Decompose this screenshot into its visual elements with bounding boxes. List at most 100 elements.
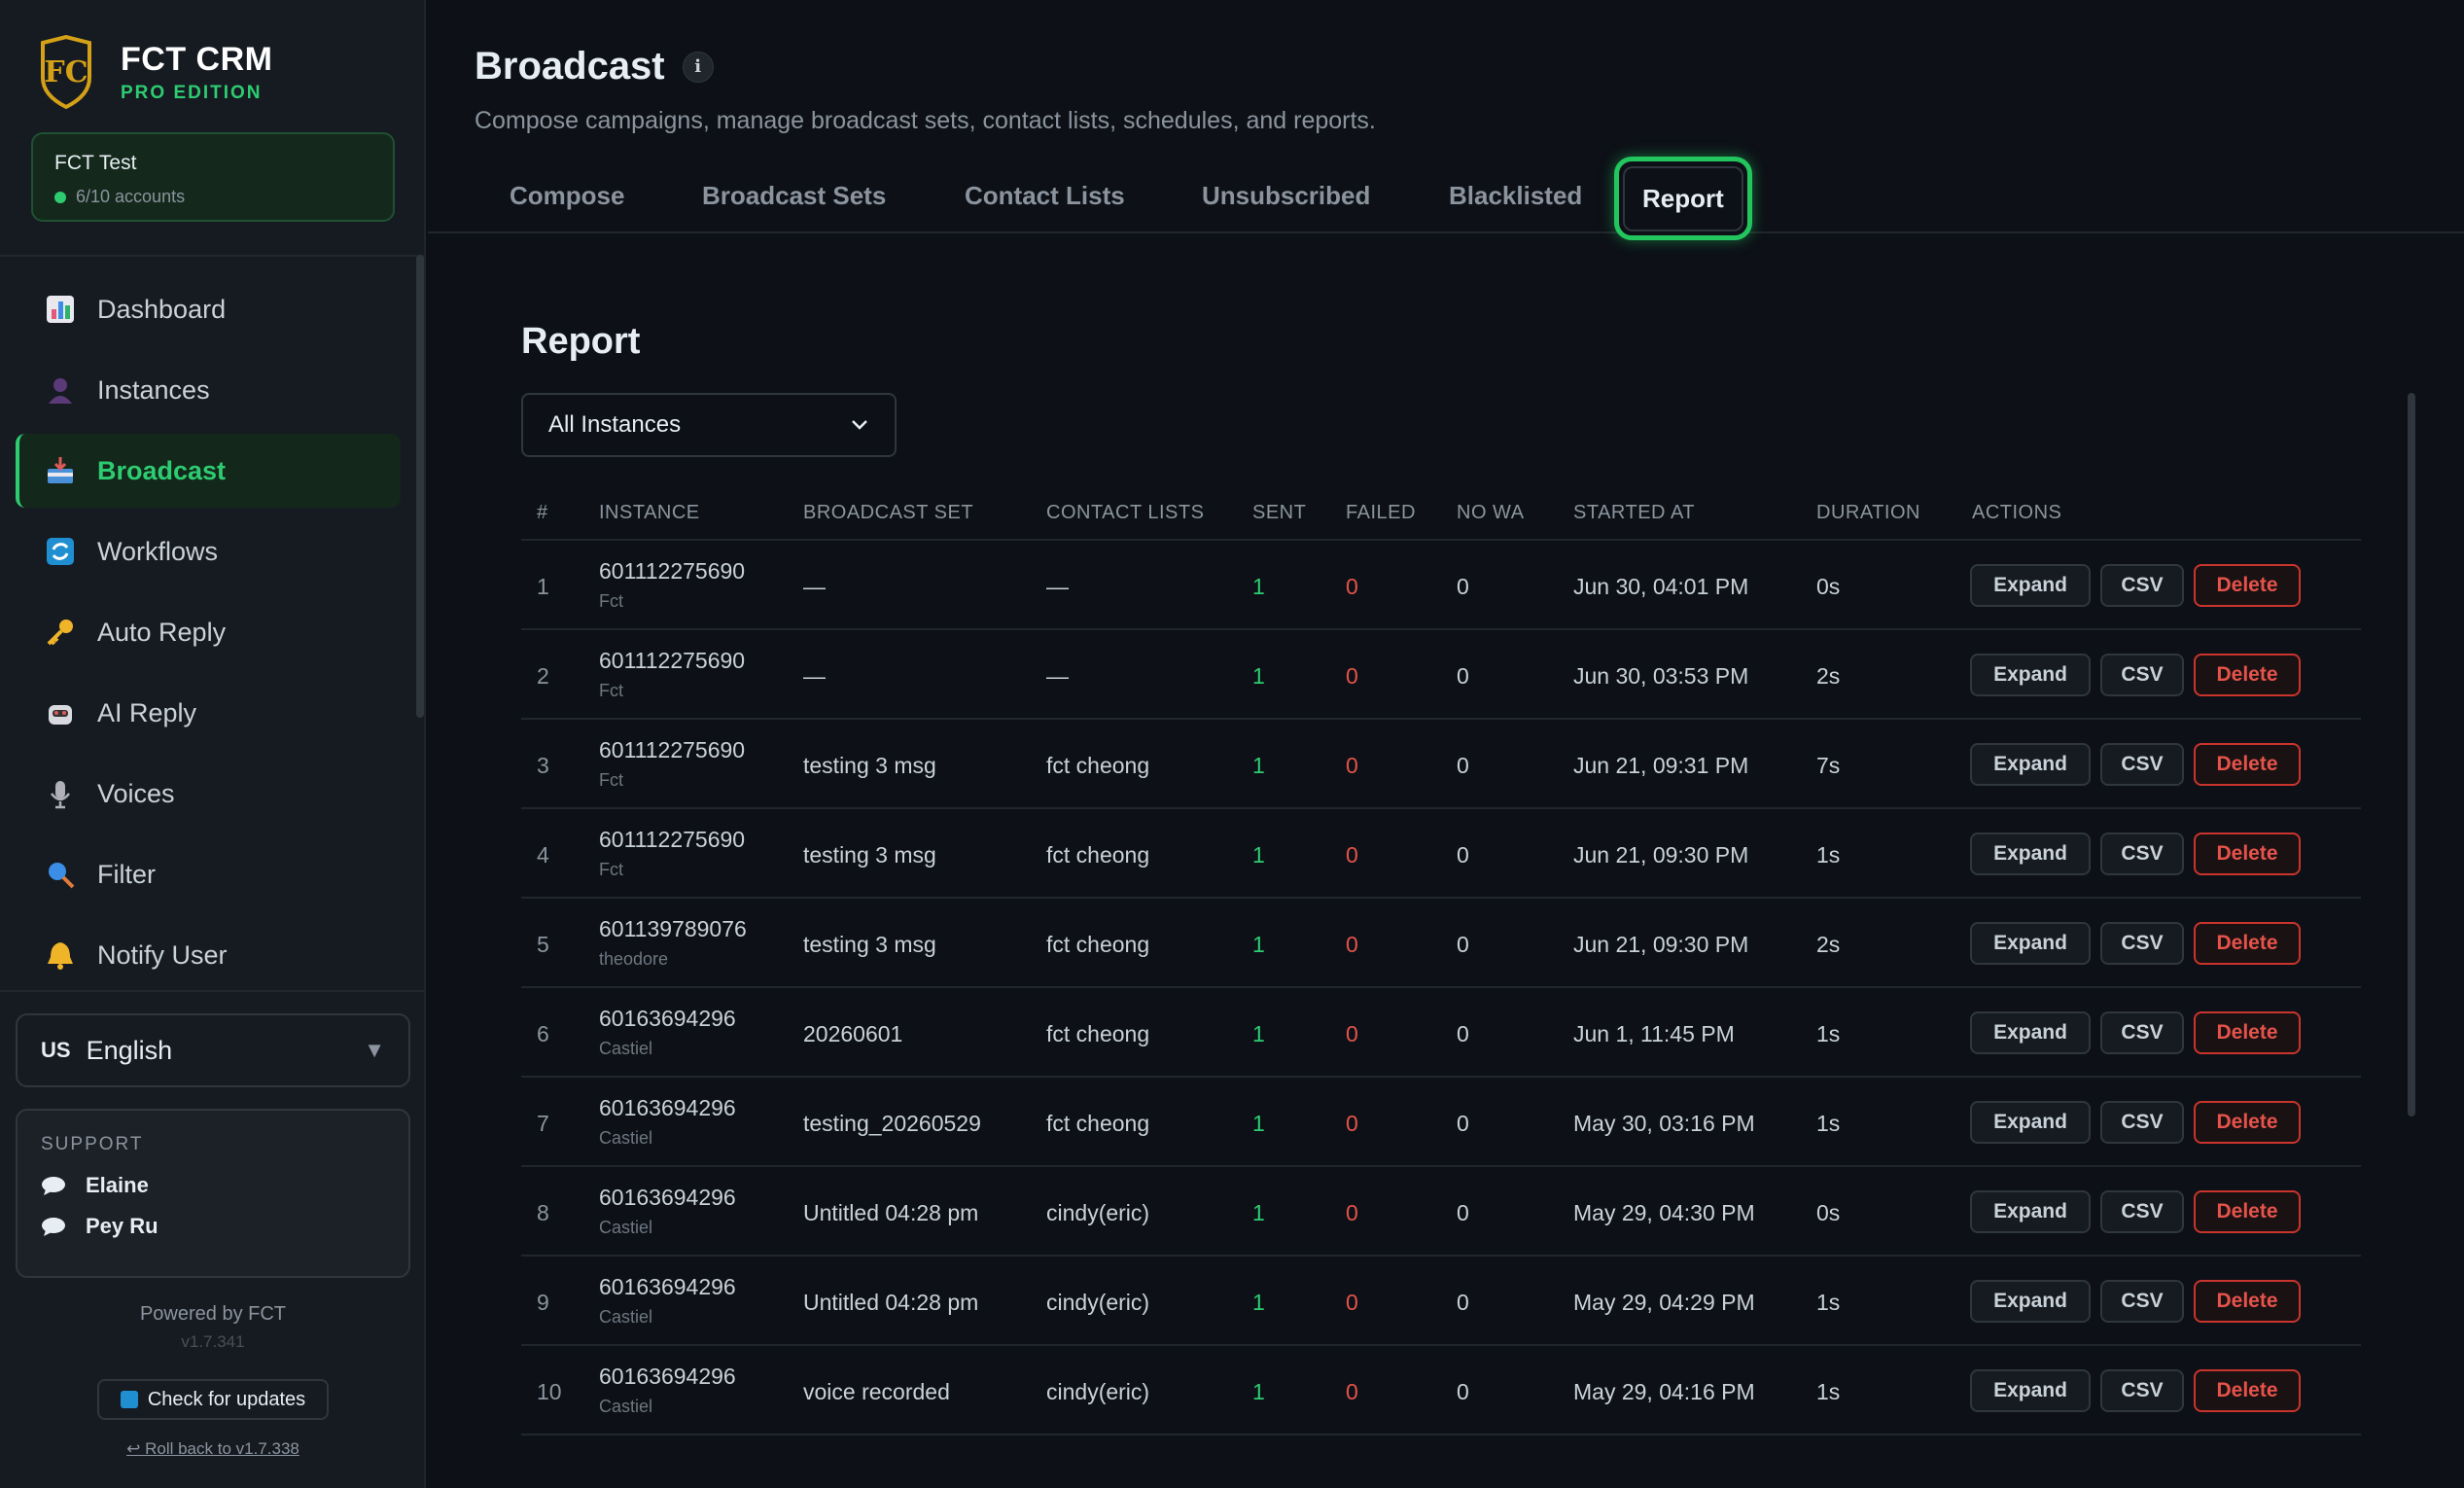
tab-report[interactable]: Report — [1614, 157, 1752, 240]
delete-button[interactable]: Delete — [2194, 1101, 2301, 1144]
support-card: SUPPORT Elaine Pey Ru — [16, 1109, 410, 1278]
started-at-cell: May 29, 04:30 PM — [1573, 1200, 1755, 1225]
brand[interactable]: FC FCT CRM PRO EDITION — [39, 35, 272, 109]
delete-button[interactable]: Delete — [2194, 1190, 2301, 1233]
csv-button[interactable]: CSV — [2100, 1190, 2184, 1233]
report-table: # INSTANCE BROADCAST SET CONTACT LISTS S… — [521, 490, 2361, 1435]
column-header-index: # — [537, 502, 548, 523]
instance-filter-select[interactable]: All Instances — [521, 393, 897, 457]
content-scrollbar[interactable] — [2408, 393, 2415, 1116]
delete-button[interactable]: Delete — [2194, 1280, 2301, 1323]
instance-name: Castiel — [599, 1128, 653, 1148]
sidebar-item-auto-reply[interactable]: Auto Reply — [16, 595, 401, 669]
delete-button[interactable]: Delete — [2194, 833, 2301, 875]
check-updates-button[interactable]: Check for updates — [97, 1379, 329, 1420]
delete-button[interactable]: Delete — [2194, 743, 2301, 786]
expand-button[interactable]: Expand — [1970, 654, 2091, 696]
sidebar-item-notify-user[interactable]: Notify User — [16, 918, 401, 992]
expand-button[interactable]: Expand — [1970, 564, 2091, 607]
duration-cell: 1s — [1816, 1021, 1841, 1046]
speech-bubble-icon — [42, 1218, 65, 1236]
rollback-link[interactable]: ↩ Roll back to v1.7.338 — [0, 1439, 426, 1459]
expand-button[interactable]: Expand — [1970, 1190, 2091, 1233]
sidebar-item-broadcast[interactable]: Broadcast — [16, 434, 401, 508]
started-at-cell: Jun 21, 09:30 PM — [1573, 932, 1749, 957]
expand-button[interactable]: Expand — [1970, 922, 2091, 965]
started-at-cell: Jun 1, 11:45 PM — [1573, 1021, 1735, 1046]
csv-button[interactable]: CSV — [2100, 922, 2184, 965]
sidebar-item-label: Notify User — [97, 939, 228, 970]
column-header-contact-lists: CONTACT LISTS — [1046, 502, 1205, 523]
instance-number: 60163694296 — [599, 1095, 736, 1120]
row-index: 5 — [537, 932, 549, 957]
csv-button[interactable]: CSV — [2100, 654, 2184, 696]
started-at-cell: Jun 30, 04:01 PM — [1573, 574, 1749, 599]
csv-button[interactable]: CSV — [2100, 1011, 2184, 1054]
table-row: 4 testing 3 msg fct cheong 1 0 0 Jun 21, 09:30… — [521, 809, 2361, 899]
failed-count: 0 — [1346, 663, 1358, 689]
contact-lists-cell: — — [1046, 663, 1069, 689]
failed-count: 0 — [1346, 1021, 1358, 1046]
delete-button[interactable]: Delete — [2194, 922, 2301, 965]
csv-button[interactable]: CSV — [2100, 564, 2184, 607]
row-index: 8 — [537, 1200, 549, 1225]
sidebar-item-workflows[interactable]: Workflows — [16, 514, 401, 588]
support-contact-pey-ru[interactable]: Pey Ru — [41, 1214, 385, 1239]
expand-button[interactable]: Expand — [1970, 1280, 2091, 1323]
sidebar-item-label: Instances — [97, 374, 210, 405]
delete-button[interactable]: Delete — [2194, 1011, 2301, 1054]
contact-lists-cell: cindy(eric) — [1046, 1379, 1150, 1404]
expand-button[interactable]: Expand — [1970, 743, 2091, 786]
tab-unsubscribed[interactable]: Unsubscribed — [1202, 165, 1370, 226]
support-contact-elaine[interactable]: Elaine — [41, 1173, 385, 1198]
sidebar-item-label: Filter — [97, 859, 156, 889]
csv-button[interactable]: CSV — [2100, 1369, 2184, 1412]
expand-button[interactable]: Expand — [1970, 1369, 2091, 1412]
instance-number: 60163694296 — [599, 1274, 736, 1299]
language-label: English — [86, 1035, 173, 1065]
tab-blacklisted[interactable]: Blacklisted — [1449, 165, 1582, 226]
expand-button[interactable]: Expand — [1970, 833, 2091, 875]
divider — [0, 990, 426, 992]
csv-button[interactable]: CSV — [2100, 833, 2184, 875]
language-select[interactable]: US English ▼ — [16, 1013, 410, 1087]
info-icon[interactable]: i — [682, 51, 714, 83]
account-switcher[interactable]: FCT Test 6/10 accounts — [31, 132, 395, 222]
started-at-cell: May 29, 04:16 PM — [1573, 1379, 1755, 1404]
delete-button[interactable]: Delete — [2194, 654, 2301, 696]
expand-button[interactable]: Expand — [1970, 1101, 2091, 1144]
magnifier-icon — [43, 857, 78, 892]
no-wa-count: 0 — [1457, 574, 1469, 599]
divider — [0, 255, 426, 257]
no-wa-count: 0 — [1457, 1200, 1469, 1225]
no-wa-count: 0 — [1457, 1290, 1469, 1315]
sidebar-item-instances[interactable]: Instances — [16, 353, 401, 427]
duration-cell: 0s — [1816, 1200, 1841, 1225]
instance-filter-value: All Instances — [548, 411, 682, 438]
sidebar-item-filter[interactable]: Filter — [16, 837, 401, 911]
broadcast-set-cell: testing 3 msg — [803, 842, 936, 868]
sidebar-scrollbar[interactable] — [416, 255, 424, 718]
instance-name: Castiel — [599, 1397, 653, 1416]
sidebar-item-ai-reply[interactable]: AI Reply — [16, 676, 401, 750]
check-updates-label: Check for updates — [147, 1388, 306, 1410]
csv-button[interactable]: CSV — [2100, 1280, 2184, 1323]
csv-button[interactable]: CSV — [2100, 1101, 2184, 1144]
csv-button[interactable]: CSV — [2100, 743, 2184, 786]
table-row: 7 testing_20260529 fct cheong 1 0 0 May 30, 03… — [521, 1078, 2361, 1167]
tab-compose[interactable]: Compose — [510, 165, 624, 226]
expand-button[interactable]: Expand — [1970, 1011, 2091, 1054]
support-title: SUPPORT — [41, 1134, 144, 1154]
instance-number: 601112275690 — [599, 648, 746, 673]
column-header-sent: SENT — [1252, 502, 1307, 523]
broadcast-set-cell: Untitled 04:28 pm — [803, 1200, 979, 1225]
delete-button[interactable]: Delete — [2194, 564, 2301, 607]
sidebar-item-dashboard[interactable]: Dashboard — [16, 272, 401, 346]
tab-contact-lists[interactable]: Contact Lists — [965, 165, 1125, 226]
sidebar-item-voices[interactable]: Voices — [16, 757, 401, 831]
delete-button[interactable]: Delete — [2194, 1369, 2301, 1412]
duration-cell: 7s — [1816, 753, 1841, 778]
tab-broadcast-sets[interactable]: Broadcast Sets — [702, 165, 886, 226]
failed-count: 0 — [1346, 1290, 1358, 1315]
no-wa-count: 0 — [1457, 663, 1469, 689]
